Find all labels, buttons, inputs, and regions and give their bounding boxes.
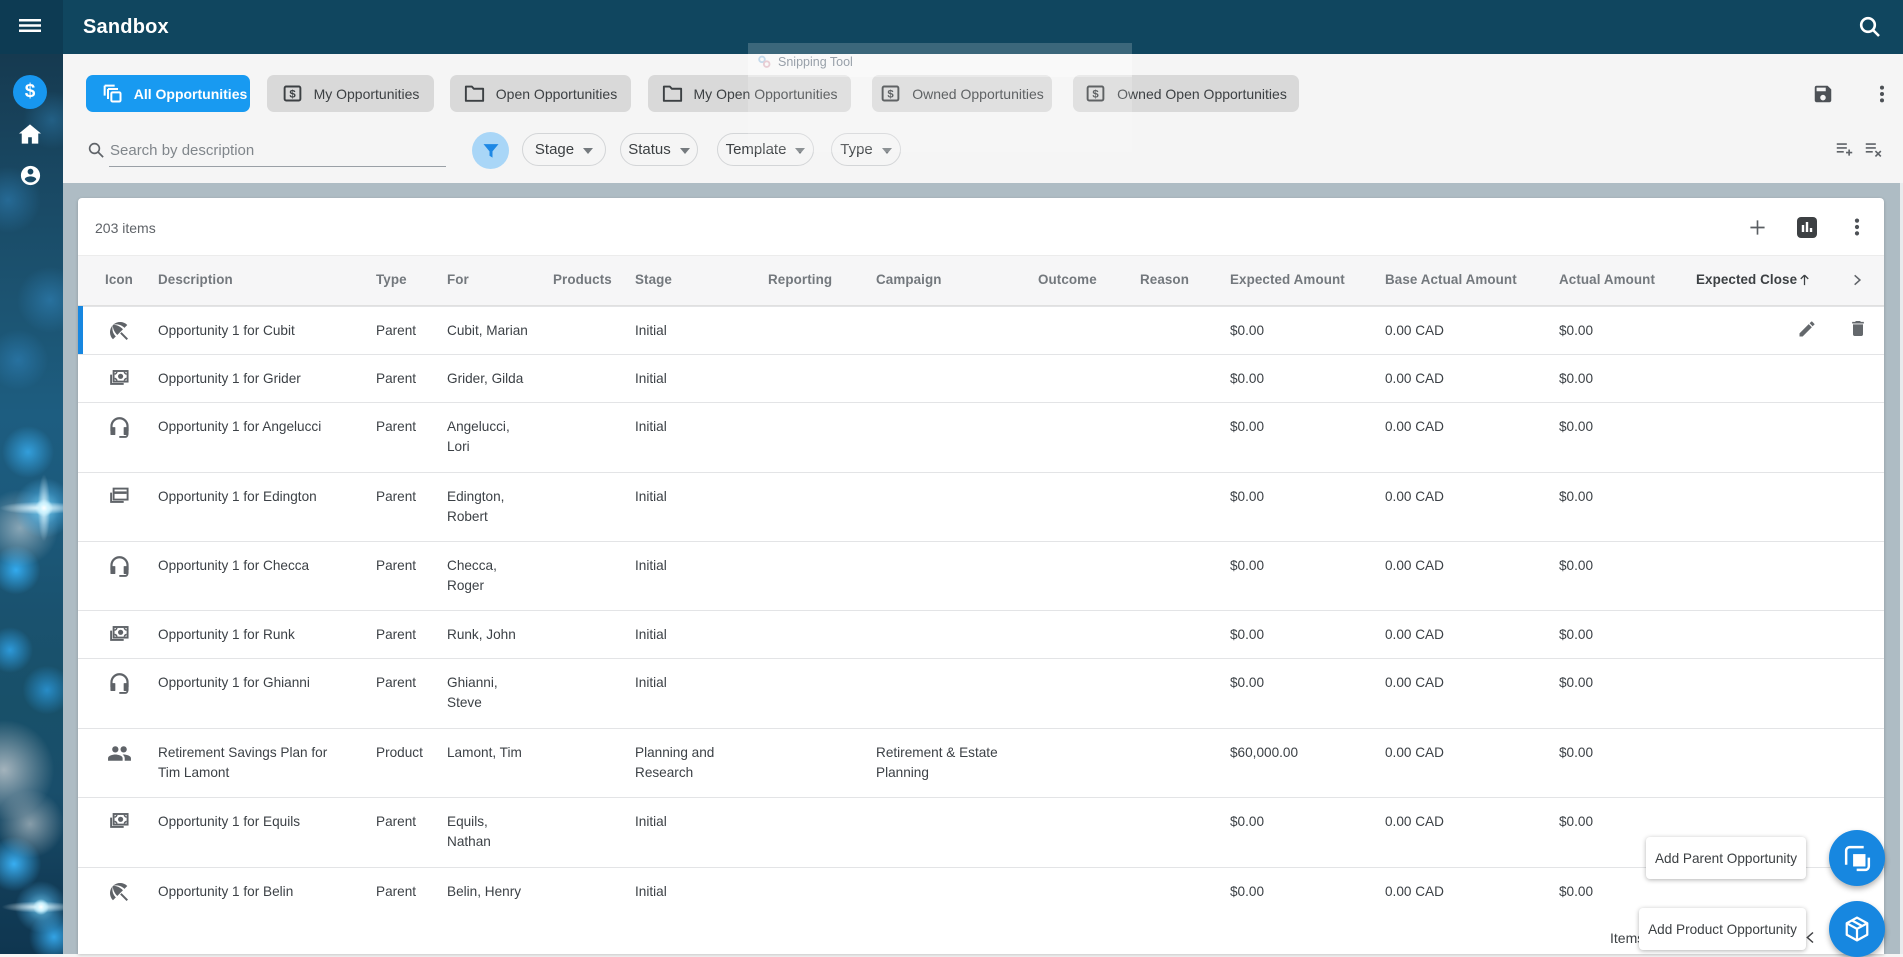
svg-text:$: $ (289, 89, 296, 101)
